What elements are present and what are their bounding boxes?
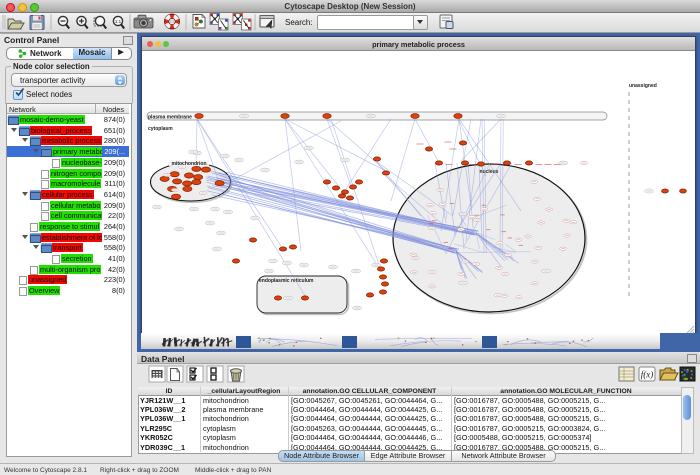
svg-text:plasma membrane: plasma membrane bbox=[148, 115, 192, 121]
svg-text:f(x): f(x) bbox=[641, 370, 654, 380]
svg-text:mitochondrion: mitochondrion bbox=[172, 161, 207, 167]
svg-text:cytoplasm: cytoplasm bbox=[148, 126, 173, 132]
svg-text:1:1: 1:1 bbox=[115, 19, 122, 24]
svg-text:unassigned: unassigned bbox=[629, 83, 657, 89]
svg-text:endoplasmic reticulum: endoplasmic reticulum bbox=[259, 278, 314, 284]
